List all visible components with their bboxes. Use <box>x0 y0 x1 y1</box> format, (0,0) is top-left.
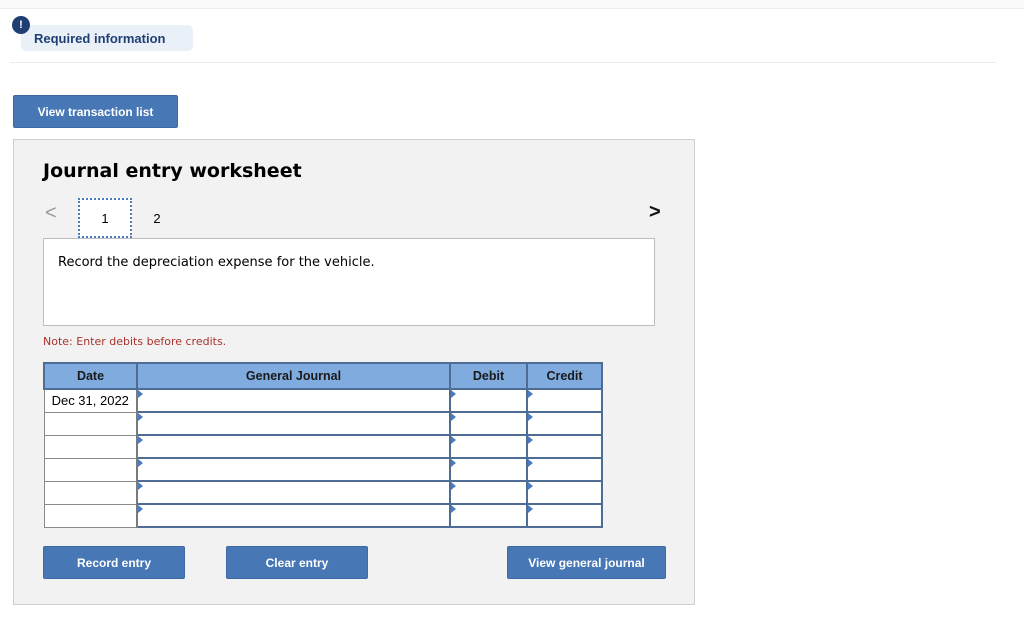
table-row <box>43 434 603 459</box>
account-select[interactable] <box>138 413 449 434</box>
view-general-journal-button[interactable]: View general journal <box>507 546 666 579</box>
date-cell <box>43 503 138 528</box>
debit-cell <box>449 411 528 436</box>
debit-cell <box>449 480 528 505</box>
transaction-description-box: Record the depreciation expense for the … <box>43 238 655 326</box>
credit-cell <box>526 388 603 413</box>
chevron-left-icon[interactable]: < <box>45 202 57 225</box>
account-select[interactable] <box>138 459 449 480</box>
credit-input[interactable] <box>528 459 601 480</box>
view-transaction-list-button[interactable]: View transaction list <box>13 95 178 128</box>
credit-input[interactable] <box>528 482 601 503</box>
table-row <box>43 503 603 528</box>
journal-table: Date General Journal Debit Credit Dec 31… <box>43 362 603 528</box>
account-cell <box>136 434 451 459</box>
header-general-journal: General Journal <box>136 362 451 390</box>
clear-entry-button[interactable]: Clear entry <box>226 546 368 579</box>
date-cell <box>43 480 138 505</box>
alert-icon: ! <box>12 16 30 34</box>
debit-cell <box>449 388 528 413</box>
top-bar <box>0 0 1024 9</box>
account-cell <box>136 480 451 505</box>
debit-input[interactable] <box>451 482 526 503</box>
required-information-label: Required information <box>34 31 166 46</box>
account-cell <box>136 411 451 436</box>
tab-2[interactable]: 2 <box>144 198 170 238</box>
account-cell <box>136 388 451 413</box>
table-row: Dec 31, 2022 <box>43 388 603 413</box>
credit-input[interactable] <box>528 390 601 411</box>
record-entry-button[interactable]: Record entry <box>43 546 185 579</box>
chevron-right-icon[interactable]: > <box>649 201 661 224</box>
credit-cell <box>526 434 603 459</box>
credit-input[interactable] <box>528 413 601 434</box>
credit-input[interactable] <box>528 436 601 457</box>
debit-cell <box>449 457 528 482</box>
account-cell <box>136 503 451 528</box>
debit-input[interactable] <box>451 459 526 480</box>
debit-input[interactable] <box>451 505 526 526</box>
account-select[interactable] <box>138 482 449 503</box>
debit-input[interactable] <box>451 436 526 457</box>
account-cell <box>136 457 451 482</box>
date-cell <box>43 457 138 482</box>
account-select[interactable] <box>138 436 449 457</box>
debit-cell <box>449 434 528 459</box>
tab-1[interactable]: 1 <box>78 198 132 238</box>
divider <box>10 62 996 63</box>
journal-entry-worksheet: Journal entry worksheet < 1 2 > Record t… <box>13 139 695 605</box>
debit-input[interactable] <box>451 413 526 434</box>
credit-cell <box>526 411 603 436</box>
table-header-row: Date General Journal Debit Credit <box>43 362 603 390</box>
credit-cell <box>526 457 603 482</box>
debit-cell <box>449 503 528 528</box>
account-select[interactable] <box>138 505 449 526</box>
table-row <box>43 480 603 505</box>
account-select[interactable] <box>138 390 449 411</box>
header-debit: Debit <box>449 362 528 390</box>
credit-input[interactable] <box>528 505 601 526</box>
table-row <box>43 457 603 482</box>
credit-cell <box>526 503 603 528</box>
date-cell: Dec 31, 2022 <box>43 388 138 413</box>
transaction-description: Record the depreciation expense for the … <box>58 255 375 270</box>
table-row <box>43 411 603 436</box>
header-credit: Credit <box>526 362 603 390</box>
date-cell <box>43 434 138 459</box>
worksheet-title: Journal entry worksheet <box>43 160 302 182</box>
header-date: Date <box>43 362 138 390</box>
debit-input[interactable] <box>451 390 526 411</box>
note-text: Note: Enter debits before credits. <box>43 335 227 348</box>
credit-cell <box>526 480 603 505</box>
date-cell <box>43 411 138 436</box>
